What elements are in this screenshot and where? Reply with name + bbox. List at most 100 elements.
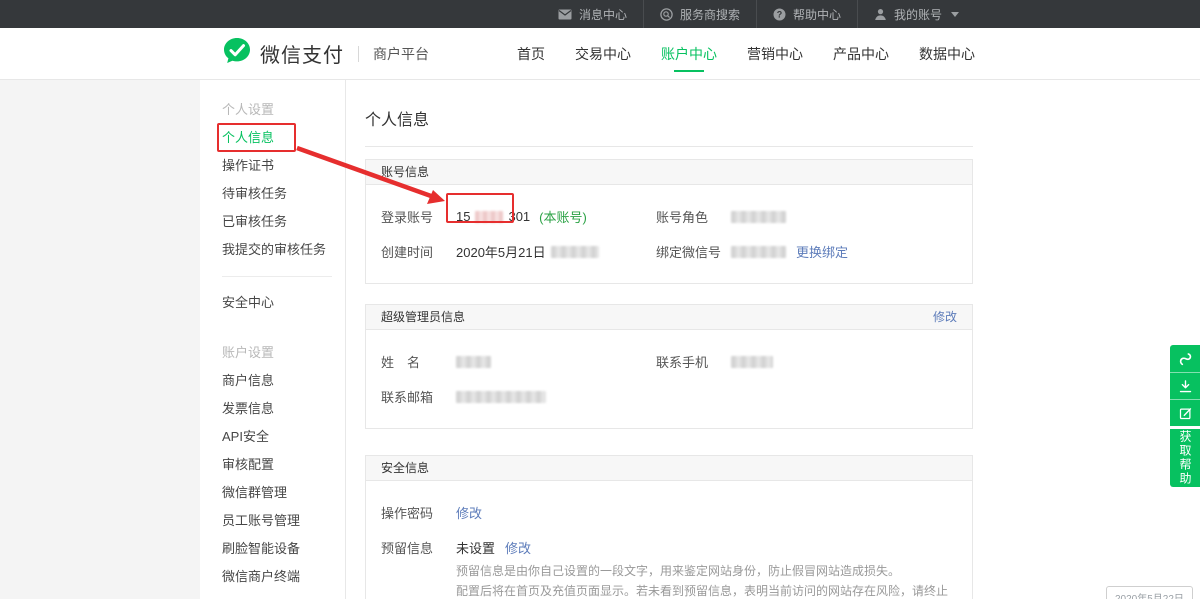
super-admin-card-body: 姓 名 联系手机 联系邮箱 — [366, 330, 972, 428]
primary-nav: 首页 交易中心 账户中心 营销中心 产品中心 数据中心 — [517, 28, 1200, 80]
account-role-label: 账号角色 — [656, 207, 731, 226]
account-info-card: 账号信息 登录账号 15 301 (本账号) 账号角色 — [365, 159, 973, 284]
redacted-phone-middle — [475, 211, 503, 223]
sidebar-item-api-security[interactable]: API安全 — [222, 423, 345, 451]
logo-wordmark: 微信支付 — [260, 39, 344, 68]
sidebar-item-pending-review-tasks[interactable]: 待审核任务 — [222, 180, 345, 208]
my-account-menu[interactable]: 我的账号 — [857, 0, 975, 28]
nav-marketing-center[interactable]: 营销中心 — [747, 28, 803, 80]
created-time-label: 创建时间 — [381, 242, 456, 261]
sidebar-item-staff-account-mgmt[interactable]: 员工账号管理 — [222, 507, 345, 535]
sidebar: 个人设置 个人信息 操作证书 待审核任务 已审核任务 我提交的审核任务 安全中心… — [200, 80, 346, 599]
reserved-info-label: 预留信息 — [381, 538, 456, 557]
bound-wechat-label: 绑定微信号 — [656, 242, 731, 261]
modify-reserved-info-link[interactable]: 修改 — [505, 538, 531, 557]
change-binding-link[interactable]: 更换绑定 — [796, 242, 848, 261]
sidebar-item-face-device[interactable]: 刷脸智能设备 — [222, 535, 345, 563]
floating-side-menu: 获取帮助 — [1170, 345, 1200, 487]
help-icon: ? — [773, 8, 786, 21]
sidebar-item-security-center[interactable]: 安全中心 — [222, 289, 345, 317]
sidebar-item-reviewed-tasks[interactable]: 已审核任务 — [222, 208, 345, 236]
topbar-item-label: 服务商搜索 — [680, 6, 740, 23]
services-search-icon — [660, 8, 673, 21]
content-area: 个人设置 个人信息 操作证书 待审核任务 已审核任务 我提交的审核任务 安全中心… — [0, 80, 1200, 599]
sidebar-item-my-submitted-tasks[interactable]: 我提交的审核任务 — [222, 236, 345, 264]
card-title: 账号信息 — [381, 160, 429, 184]
contact-email-label: 联系邮箱 — [381, 387, 456, 406]
help-center-link[interactable]: ? 帮助中心 — [756, 0, 857, 28]
title-divider — [365, 146, 973, 147]
current-account-tag: (本账号) — [539, 207, 587, 226]
note-line: 配置后将在首页及充值页面显示。若未看到预留信息，表明当前访问的网站存在风险，请终… — [456, 581, 957, 599]
login-account-suffix: 301 — [508, 209, 530, 224]
card-title: 超级管理员信息 — [381, 305, 465, 329]
topbar-item-label: 我的账号 — [894, 6, 942, 23]
nav-transaction-center[interactable]: 交易中心 — [575, 28, 631, 80]
wechat-pay-logo[interactable]: 微信支付 — [222, 36, 344, 71]
top-utility-bar: 消息中心 服务商搜索 ? 帮助中心 我的账号 — [0, 0, 1200, 28]
redacted-admin-name — [456, 356, 491, 368]
sidebar-item-review-config[interactable]: 审核配置 — [222, 451, 345, 479]
date-tooltip: 2020年5月22日 — [1106, 586, 1193, 599]
super-admin-card-header: 超级管理员信息 修改 — [366, 305, 972, 330]
sidebar-item-wechat-group-mgmt[interactable]: 微信群管理 — [222, 479, 345, 507]
download-icon — [1178, 379, 1193, 394]
feedback-button[interactable] — [1170, 399, 1200, 426]
login-account-prefix: 15 — [456, 209, 470, 224]
sidebar-item-personal-info[interactable]: 个人信息 — [222, 124, 345, 152]
quick-link-button[interactable] — [1170, 345, 1200, 372]
left-gutter — [0, 80, 200, 599]
account-icon — [874, 8, 887, 21]
login-account-value: 15 301 (本账号) — [456, 207, 587, 226]
modify-password-link[interactable]: 修改 — [456, 503, 482, 522]
sidebar-divider — [222, 276, 332, 277]
security-info-card-header: 安全信息 — [366, 456, 972, 481]
sidebar-item-invoice-info[interactable]: 发票信息 — [222, 395, 345, 423]
sidebar-item-operation-certificate[interactable]: 操作证书 — [222, 152, 345, 180]
security-info-card-body: 操作密码 修改 预留信息 未设置 修改 预留信息是由你自己设置的一段文字，用来鉴… — [366, 481, 972, 599]
link-icon — [1177, 351, 1193, 367]
nav-product-center[interactable]: 产品中心 — [833, 28, 889, 80]
reserved-info-status: 未设置 — [456, 538, 495, 557]
security-info-card: 安全信息 操作密码 修改 预留信息 未设置 修改 — [365, 455, 973, 599]
redacted-created-time — [551, 246, 599, 258]
page-title: 个人信息 — [365, 106, 1200, 130]
svg-text:?: ? — [777, 9, 783, 19]
redacted-account-role — [731, 211, 786, 223]
merchant-platform-page: 消息中心 服务商搜索 ? 帮助中心 我的账号 微信支付 — [0, 0, 1200, 599]
message-icon — [558, 9, 572, 20]
sidebar-header-personal-settings: 个人设置 — [222, 96, 345, 124]
note-line: 预留信息是由你自己设置的一段文字，用来鉴定网站身份，防止假冒网站造成损失。 — [456, 561, 957, 581]
topbar-item-label: 帮助中心 — [793, 6, 841, 23]
site-header: 微信支付 商户平台 首页 交易中心 账户中心 营销中心 产品中心 数据中心 — [0, 28, 1200, 80]
redacted-wechat-id — [731, 246, 786, 258]
wechat-bubble-icon — [222, 36, 252, 71]
nav-account-center[interactable]: 账户中心 — [661, 28, 717, 80]
topbar-item-label: 消息中心 — [579, 6, 627, 23]
modify-admin-link[interactable]: 修改 — [933, 305, 957, 329]
reserved-info-note: 预留信息是由你自己设置的一段文字，用来鉴定网站身份，防止假冒网站造成损失。 配置… — [456, 561, 957, 599]
sidebar-spacer — [222, 317, 345, 339]
created-date-text: 2020年5月21日 — [456, 242, 546, 261]
main-panel: 个人信息 账号信息 登录账号 15 301 (本账号) — [346, 80, 1200, 599]
download-button[interactable] — [1170, 372, 1200, 399]
nav-home[interactable]: 首页 — [517, 28, 545, 80]
header-divider — [358, 46, 359, 62]
operation-password-label: 操作密码 — [381, 503, 456, 522]
contact-phone-label: 联系手机 — [656, 352, 731, 371]
account-info-card-header: 账号信息 — [366, 160, 972, 185]
nav-data-center[interactable]: 数据中心 — [919, 28, 975, 80]
edit-icon — [1178, 406, 1193, 421]
redacted-contact-email — [456, 391, 546, 403]
created-time-value: 2020年5月21日 — [456, 242, 599, 261]
get-help-button[interactable]: 获取帮助 — [1170, 429, 1200, 487]
sidebar-item-merchant-terminal[interactable]: 微信商户终端 — [222, 563, 345, 591]
message-center-link[interactable]: 消息中心 — [542, 0, 643, 28]
sidebar-header-account-settings: 账户设置 — [222, 339, 345, 367]
sidebar-item-merchant-info[interactable]: 商户信息 — [222, 367, 345, 395]
portal-name: 商户平台 — [373, 44, 429, 64]
login-account-label: 登录账号 — [381, 207, 456, 226]
admin-name-label: 姓 名 — [381, 352, 456, 371]
service-provider-search-link[interactable]: 服务商搜索 — [643, 0, 756, 28]
card-title: 安全信息 — [381, 456, 429, 480]
